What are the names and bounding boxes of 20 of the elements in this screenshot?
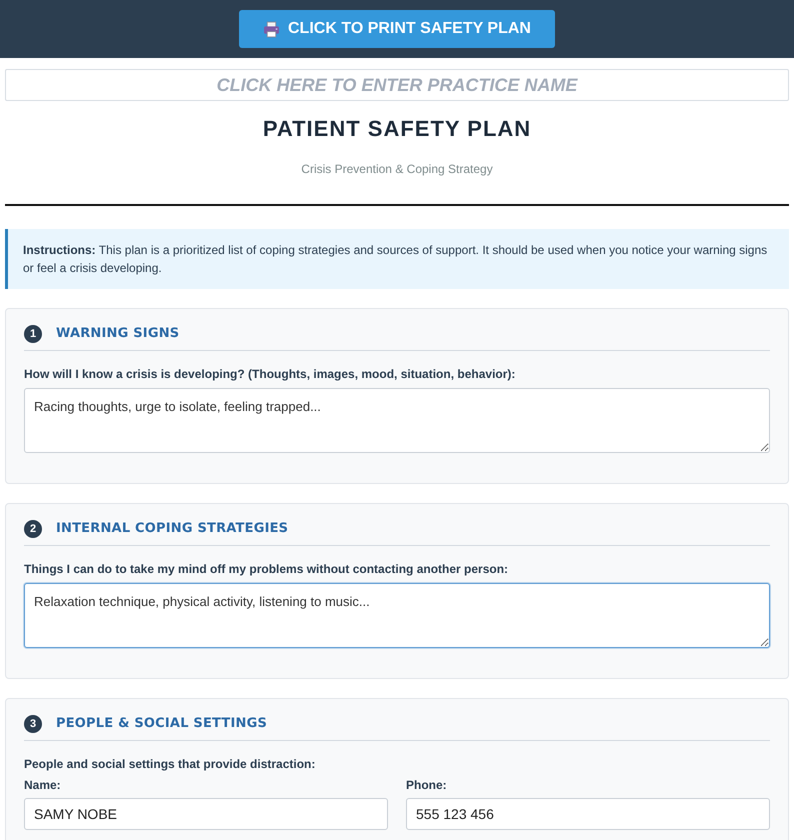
field-prompt: Things I can do to take my mind off my problems without contacting another person: — [24, 562, 510, 577]
field-label: Name: — [24, 778, 62, 793]
practice-name-field[interactable]: CLICK HERE TO ENTER PRACTICE NAME — [5, 69, 789, 101]
input-field[interactable]: 555 123 456 — [406, 798, 770, 830]
text-area-field[interactable]: Relaxation technique, physical activity, listening to music... — [24, 583, 770, 648]
step-number: 1 — [24, 325, 42, 343]
instructions-note: Instructions: This plan is a prioritized list of coping strategies and sources of support. It should be used when you notice your warning signs or feel a crisis developing. — [5, 229, 789, 289]
section-title: INTERNAL COPING STRATEGIES — [56, 520, 288, 538]
section-title: WARNING SIGNS — [56, 325, 180, 343]
field-label: Phone: — [406, 778, 448, 793]
page-title: PATIENT SAFETY PLAN — [262, 116, 532, 142]
step-number: 3 — [24, 715, 42, 733]
page-subtitle: Crisis Prevention & Coping Strategy — [300, 162, 494, 177]
step-number: 2 — [24, 520, 42, 538]
text-area-field[interactable]: Racing thoughts, urge to isolate, feeling trapped... — [24, 388, 770, 453]
field-prompt: People and social settings that provide distraction: — [24, 757, 316, 772]
field-prompt: How will I know a crisis is developing? (Thoughts, images, mood, situation, behavior): — [24, 367, 516, 382]
section-title: PEOPLE & SOCIAL SETTINGS — [56, 715, 268, 733]
input-field[interactable]: SAMY NOBE — [24, 798, 388, 830]
printer-icon — [263, 20, 280, 38]
